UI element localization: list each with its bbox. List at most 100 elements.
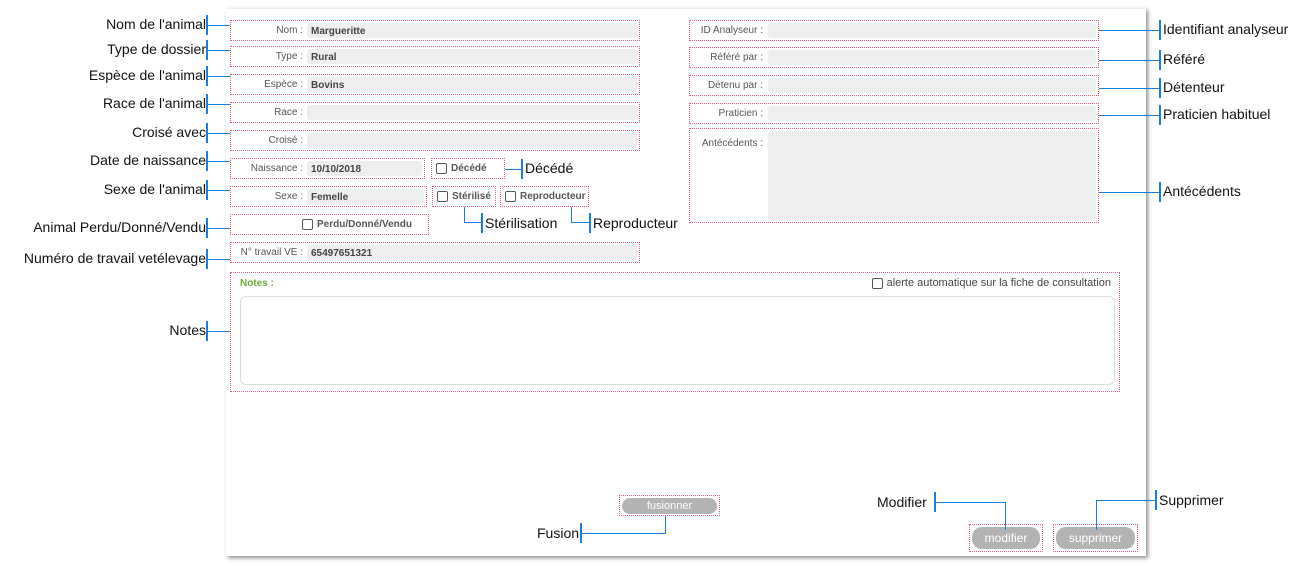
modifier-button[interactable]: modifier [972, 527, 1040, 549]
fusion-annotation-line [665, 516, 666, 533]
reproducteur-annotation-line [571, 207, 572, 222]
left-annotation: Croisé avec [132, 124, 206, 140]
right-annotation: Détenteur [1163, 79, 1225, 95]
left-annotation: Nom de l'animal [106, 16, 206, 32]
decede-checkbox-box[interactable]: Décédé [431, 158, 505, 179]
sexe-field: Sexe : Femelle [230, 186, 427, 207]
notes-label: Notes : [240, 278, 274, 289]
perdu-checkbox[interactable] [302, 219, 313, 230]
right-annotation-bar [1159, 182, 1161, 202]
fusion-button[interactable]: fusionner [622, 498, 717, 514]
modifier-annotation-line [1005, 502, 1006, 530]
detenu-label: Détenu par : [707, 80, 763, 91]
right-annotation-bar [1159, 78, 1161, 98]
croise-field: Croisé : [230, 130, 640, 151]
reproducteur-label: Reproducteur [520, 191, 586, 203]
right-annotation-line [1099, 88, 1160, 89]
antecedents-input[interactable] [768, 131, 1096, 220]
race-input[interactable] [307, 105, 637, 120]
left-annotation: Race de l'animal [102, 95, 206, 111]
supprimer-annotation: Supprimer [1159, 492, 1224, 508]
id-analyseur-label: ID Analyseur : [700, 25, 763, 36]
fusion-annotation-line-h [581, 533, 666, 534]
left-annotation: Notes [169, 322, 206, 338]
croise-label: Croisé : [268, 135, 303, 146]
espece-label: Espèce : [264, 79, 303, 90]
sterilisation-annotation-line [464, 207, 465, 222]
naissance-label: Naissance : [250, 163, 303, 174]
espece-input[interactable]: Bovins [307, 77, 637, 92]
reproducteur-annotation-line-h [571, 222, 590, 223]
fusion-annotation: Fusion [537, 525, 580, 541]
decede-annotation: Décédé [525, 160, 574, 176]
reproducteur-annotation-bar [589, 213, 591, 233]
nom-label: Nom : [276, 25, 303, 36]
right-annotation: Antécédents [1163, 183, 1241, 199]
left-annotation: Date de naissance [90, 152, 206, 168]
refere-field: Référé par : [689, 47, 1099, 68]
left-annotation-line [207, 259, 230, 260]
travail-input[interactable]: 65497651321 [307, 245, 637, 260]
praticien-input[interactable] [768, 106, 1096, 121]
right-annotation: Référé [1163, 51, 1206, 67]
alert-option[interactable]: alerte automatique sur la fiche de consu… [871, 277, 1111, 289]
decede-annotation-line [505, 169, 522, 170]
refere-label: Référé par : [710, 52, 763, 63]
supprimer-annotation-line-h [1096, 500, 1156, 501]
notes-textarea[interactable] [240, 296, 1115, 385]
espece-field: Espèce : Bovins [230, 74, 640, 95]
left-annotation-line [207, 104, 230, 105]
type-input[interactable]: Rural [307, 49, 637, 64]
antecedents-field: Antécédents : [689, 128, 1099, 223]
reproducteur-annotation: Reproducteur [593, 215, 678, 231]
race-field: Race : [230, 102, 640, 123]
left-annotation-line [207, 161, 230, 162]
modifier-annotation: Modifier [877, 494, 927, 510]
notes-section: Notes : alerte automatique sur la fiche … [230, 272, 1120, 392]
decede-annotation-bar [521, 159, 523, 179]
decede-checkbox[interactable] [436, 163, 447, 174]
left-annotation-line [207, 133, 230, 134]
right-annotation-bar [1159, 50, 1161, 70]
sterilisation-annotation-bar [481, 213, 483, 233]
reproducteur-checkbox-box[interactable]: Reproducteur [500, 186, 589, 207]
sexe-input[interactable]: Femelle [307, 189, 424, 204]
modifier-annotation-line-h [935, 502, 1006, 503]
praticien-field: Praticien : [689, 103, 1099, 124]
right-annotation: Praticien habituel [1163, 106, 1271, 122]
right-annotation-line [1099, 115, 1160, 116]
left-annotation-line [207, 50, 230, 51]
detenu-input[interactable] [768, 78, 1096, 93]
decede-label: Décédé [451, 163, 487, 175]
id-analyseur-field: ID Analyseur : [689, 20, 1099, 41]
left-annotation: Type de dossier [107, 41, 206, 57]
travail-field: N° travail VE : 65497651321 [230, 242, 640, 263]
left-annotation-line [207, 25, 230, 26]
right-annotation-bar [1159, 20, 1161, 40]
right-annotation-line [1099, 192, 1160, 193]
race-label: Race : [274, 107, 303, 118]
sterilise-checkbox[interactable] [437, 191, 448, 202]
id-analyseur-input[interactable] [768, 23, 1096, 38]
nom-input[interactable]: Margueritte [307, 23, 637, 38]
sterilisation-annotation-line-h [464, 222, 482, 223]
supprimer-button[interactable]: supprimer [1056, 527, 1135, 549]
left-annotation: Numéro de travail vetélevage [23, 250, 206, 266]
praticien-label: Praticien : [718, 108, 763, 119]
travail-label: N° travail VE : [240, 247, 303, 258]
sterilise-label: Stérilisé [452, 191, 491, 203]
left-annotation: Animal Perdu/Donné/Vendu [33, 219, 206, 235]
refere-input[interactable] [768, 50, 1096, 65]
left-annotation-line [207, 331, 230, 332]
reproducteur-checkbox[interactable] [505, 191, 516, 202]
naissance-input[interactable]: 10/10/2018 [307, 161, 422, 176]
alert-checkbox[interactable] [871, 277, 883, 289]
right-annotation-line [1099, 60, 1160, 61]
naissance-field: Naissance : 10/10/2018 [230, 158, 425, 179]
alert-label: alerte automatique sur la fiche de consu… [886, 277, 1111, 289]
right-annotation-line [1099, 30, 1160, 31]
perdu-label: Perdu/Donné/Vendu [317, 219, 413, 231]
sterilise-checkbox-box[interactable]: Stérilisé [432, 186, 496, 207]
croise-input[interactable] [307, 133, 637, 148]
perdu-checkbox-box[interactable]: Perdu/Donné/Vendu [230, 214, 429, 235]
